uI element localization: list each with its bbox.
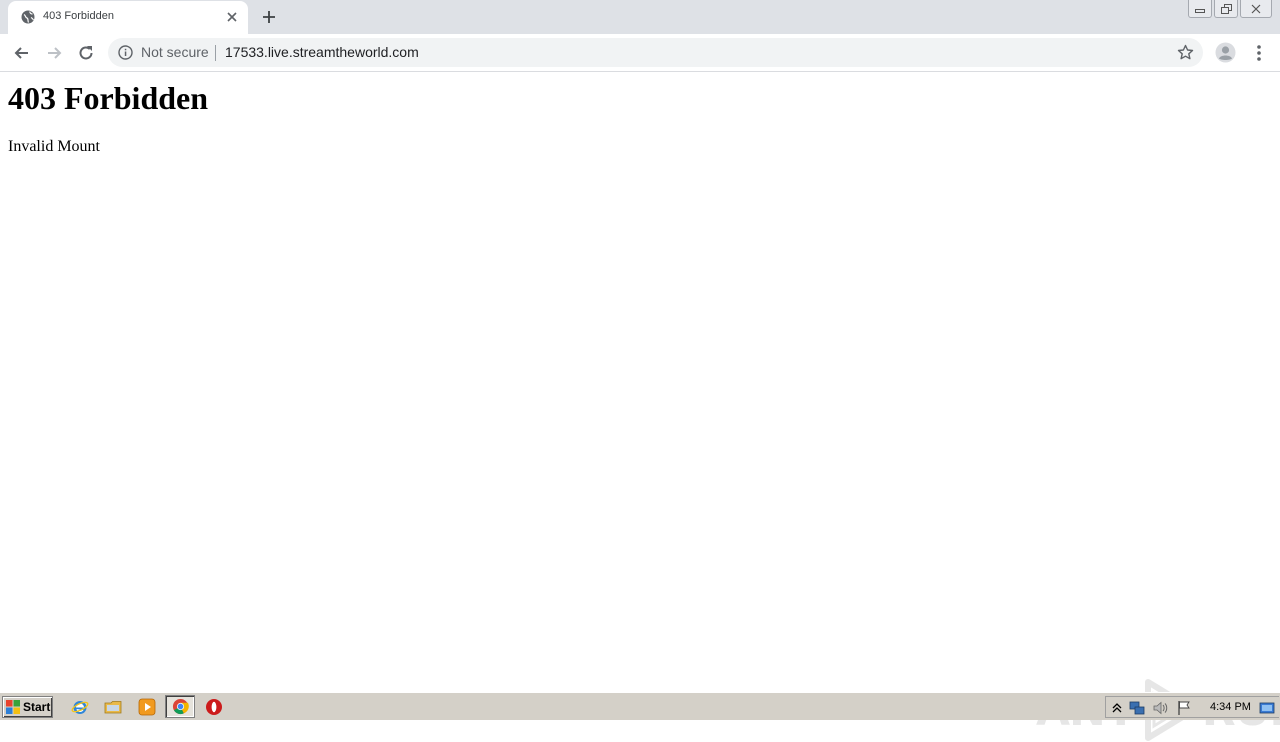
- arrow-left-icon[interactable]: [12, 43, 32, 63]
- avatar-icon[interactable]: [1215, 42, 1236, 63]
- window-controls: [1188, 0, 1272, 18]
- restore-button[interactable]: [1214, 0, 1238, 18]
- tab-title: 403 Forbidden: [43, 10, 114, 22]
- tab-strip: 403 Forbidden: [0, 0, 1280, 34]
- info-icon[interactable]: [118, 45, 133, 60]
- error-message: Invalid Mount: [8, 138, 100, 155]
- opera-icon[interactable]: [205, 698, 223, 716]
- start-label: Start: [23, 700, 51, 714]
- window-close-button[interactable]: [1240, 0, 1272, 18]
- arrow-right-icon[interactable]: [44, 43, 64, 63]
- system-tray: 4:34 PM: [1105, 696, 1279, 718]
- browser-toolbar: Not secure 17533.live.streamtheworld.com: [0, 34, 1280, 72]
- chrome-taskbar-button[interactable]: [165, 695, 195, 718]
- address-bar[interactable]: Not secure 17533.live.streamtheworld.com: [108, 38, 1203, 67]
- close-icon: [1251, 4, 1261, 13]
- windows-logo-icon: [6, 700, 20, 714]
- network-icon[interactable]: [1129, 700, 1145, 716]
- kebab-menu-icon[interactable]: [1250, 43, 1268, 63]
- url-text[interactable]: 17533.live.streamtheworld.com: [225, 44, 419, 60]
- chrome-icon: [172, 698, 189, 715]
- page-title: 403 Forbidden: [8, 80, 209, 116]
- chevron-up-icon[interactable]: [1109, 700, 1125, 716]
- globe-icon: [21, 10, 35, 24]
- show-desktop-icon[interactable]: [1259, 700, 1275, 716]
- omnibox-divider: [215, 45, 216, 61]
- flag-icon[interactable]: [1176, 700, 1192, 716]
- star-icon[interactable]: [1177, 44, 1194, 61]
- security-label[interactable]: Not secure: [141, 44, 209, 60]
- folder-icon[interactable]: [104, 698, 122, 716]
- internet-explorer-icon[interactable]: [71, 698, 89, 716]
- restore-icon: [1220, 3, 1232, 14]
- taskbar: Start 4:34 PM: [0, 692, 1280, 720]
- minimize-button[interactable]: [1188, 0, 1212, 18]
- reload-icon[interactable]: [76, 43, 96, 63]
- page-content: 403 Forbidden Invalid Mount ANY RUN: [0, 72, 1280, 741]
- browser-tab[interactable]: 403 Forbidden: [8, 1, 248, 34]
- plus-icon[interactable]: [261, 9, 277, 25]
- media-player-icon[interactable]: [138, 698, 156, 716]
- taskbar-clock[interactable]: 4:34 PM: [1210, 701, 1251, 713]
- speaker-icon[interactable]: [1152, 700, 1168, 716]
- start-button[interactable]: Start: [2, 696, 53, 718]
- close-icon[interactable]: [225, 10, 239, 24]
- minimize-icon: [1195, 8, 1205, 13]
